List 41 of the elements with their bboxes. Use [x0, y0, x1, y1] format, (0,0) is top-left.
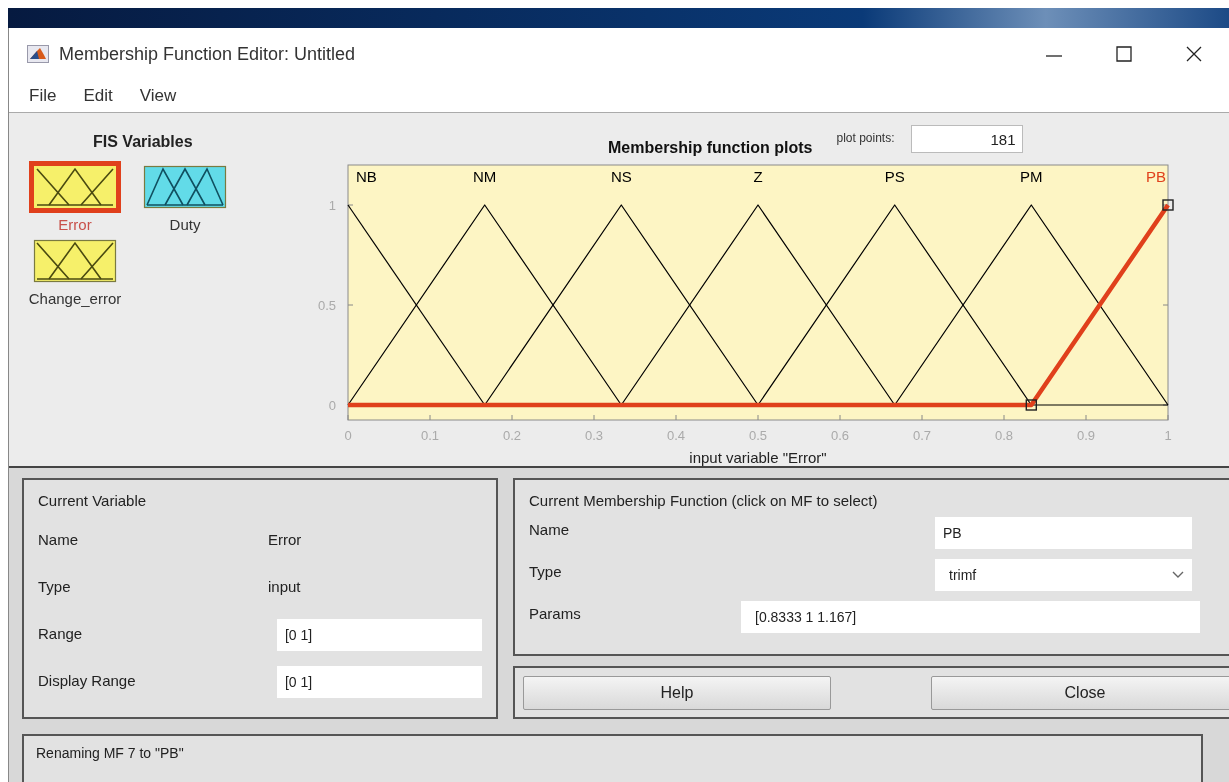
- curve-label: NM: [473, 168, 497, 185]
- x-tick-label: 0.5: [748, 428, 768, 443]
- x-axis-label: input variable "Error": [689, 449, 827, 466]
- variable-label: Duty: [169, 216, 201, 233]
- curve-label: Z: [753, 168, 763, 185]
- variable-label: Change_error: [28, 290, 122, 307]
- x-tick-label: 0.7: [912, 428, 932, 443]
- x-tick-label: 0.8: [994, 428, 1014, 443]
- panel-title: Current Membership Function (click on MF to select): [529, 492, 879, 509]
- y-tick-label: 0.5: [317, 298, 336, 313]
- field-label: Name: [529, 520, 570, 538]
- status-message: Renaming MF 7 to "PB": [36, 745, 184, 761]
- curve-label: PM: [1020, 168, 1043, 185]
- field-value: Error: [268, 530, 302, 548]
- x-tick-label: 1: [1164, 428, 1172, 443]
- curve-label: PB: [1146, 168, 1166, 185]
- curve-label: PS: [884, 168, 905, 185]
- curve-label: NS: [610, 168, 632, 185]
- x-tick-label: 0: [344, 428, 352, 443]
- y-tick-label: 0: [328, 398, 336, 413]
- x-tick-label: 0.2: [502, 428, 522, 443]
- field-value: input: [268, 577, 301, 595]
- panel-title: Current Variable: [38, 492, 148, 509]
- field-label: Params: [529, 604, 582, 622]
- plot-points-label: plot points:: [836, 130, 895, 145]
- x-tick-label: 0.6: [830, 428, 850, 443]
- variable-label: Error: [58, 216, 92, 233]
- x-tick-label: 0.1: [420, 428, 440, 443]
- x-tick-label: 0.4: [666, 428, 686, 443]
- y-tick-label: 1: [328, 198, 336, 213]
- curve-label: NB: [356, 168, 377, 185]
- x-tick-label: 0.3: [584, 428, 604, 443]
- field-label: Display Range: [38, 671, 137, 689]
- field-label: Type: [38, 577, 72, 595]
- chart-title: Membership function plots: [608, 139, 813, 157]
- field-label: Name: [38, 530, 79, 548]
- field-label: Range: [38, 624, 84, 642]
- section-title: FIS Variables: [93, 133, 194, 151]
- field-label: Type: [529, 562, 563, 580]
- window-title: Membership Function Editor: Untitled: [59, 43, 356, 65]
- x-tick-label: 0.9: [1076, 428, 1096, 443]
